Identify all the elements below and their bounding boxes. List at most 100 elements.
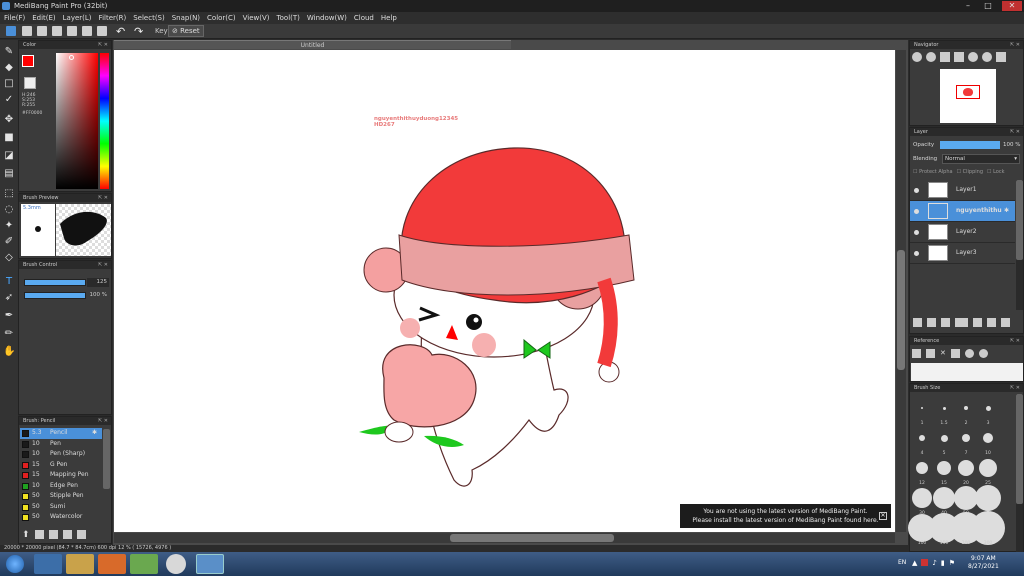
comment-icon[interactable]: [37, 26, 47, 36]
brush-size-dot[interactable]: [940, 434, 948, 442]
panel-float-icon[interactable]: ⇱ ✕: [1010, 41, 1020, 49]
panel-float-icon[interactable]: ⇱ ✕: [1010, 384, 1020, 392]
cloud-icon[interactable]: [6, 26, 16, 36]
eyedropper-tool-icon[interactable]: ✒: [3, 310, 15, 322]
rotate-right-icon[interactable]: [982, 52, 992, 62]
fill-rect-tool-icon[interactable]: ■: [3, 132, 15, 144]
menu-help[interactable]: Help: [381, 12, 397, 24]
new-halftone-layer-icon[interactable]: [927, 318, 936, 327]
panel-float-icon[interactable]: ⇱ ✕: [1010, 337, 1020, 345]
gradient-tool-icon[interactable]: ▤: [3, 168, 15, 180]
brush-size-dot[interactable]: [985, 405, 991, 411]
dot-tool-icon[interactable]: ✓: [3, 94, 15, 106]
protect-alpha-checkbox[interactable]: ☐ Protect Alpha: [913, 169, 953, 175]
brush-folder-icon[interactable]: [76, 530, 86, 539]
primary-color-swatch[interactable]: [22, 55, 34, 67]
select-pen-icon[interactable]: ✐: [3, 236, 15, 248]
flip-icon[interactable]: [996, 52, 1006, 62]
bucket-tool-icon[interactable]: ◪: [3, 150, 15, 162]
zoom-in-icon[interactable]: [912, 52, 922, 62]
add-brush-icon[interactable]: [48, 530, 58, 539]
gear-icon[interactable]: ✱: [1004, 207, 1009, 214]
menu-edit[interactable]: Edit(E): [32, 12, 55, 24]
brush-list-scrollbar[interactable]: [103, 429, 110, 489]
minimize-button[interactable]: –: [960, 1, 976, 11]
brush-item-pen[interactable]: 10 Pen: [20, 439, 102, 450]
clipping-checkbox[interactable]: ☐ Clipping: [957, 169, 983, 175]
panel-float-icon[interactable]: ⇱ ✕: [1010, 128, 1020, 136]
reference-fit-icon[interactable]: [950, 349, 960, 358]
layer-row-nguyenthithu[interactable]: nguyenthithu ✱: [910, 201, 1015, 222]
brush-tool-icon[interactable]: ✎: [3, 46, 15, 58]
reference-open-icon[interactable]: [926, 349, 935, 358]
hue-slider[interactable]: [100, 53, 109, 189]
update-notice[interactable]: You are not using the latest version of …: [680, 504, 891, 528]
menu-select[interactable]: Select(S): [133, 12, 165, 24]
eraser-tool-icon[interactable]: ◆: [3, 62, 15, 74]
maximize-button[interactable]: □: [980, 1, 996, 11]
clock[interactable]: 9:07 AM 8/27/2021: [968, 555, 999, 571]
blending-select[interactable]: Normal ▾: [942, 154, 1020, 164]
layer-folder-icon[interactable]: [987, 318, 996, 327]
rotate-left-icon[interactable]: [968, 52, 978, 62]
layer-row-layer3[interactable]: Layer3: [910, 243, 1015, 264]
tab-untitled[interactable]: Untitled: [114, 40, 511, 49]
reference-close-icon[interactable]: ✕: [940, 349, 946, 358]
flag-icon[interactable]: ⚑: [949, 559, 955, 567]
network-icon[interactable]: ▮: [941, 559, 945, 567]
select-eraser-icon[interactable]: ◇: [3, 252, 15, 264]
visibility-icon[interactable]: [914, 209, 919, 214]
menu-file[interactable]: File(F): [4, 12, 25, 24]
zoom-out-icon[interactable]: [926, 52, 936, 62]
actual-size-icon[interactable]: [954, 52, 964, 62]
menu-cloud[interactable]: Cloud: [354, 12, 374, 24]
menu-tool[interactable]: Tool(T): [277, 12, 300, 24]
select-tool-icon[interactable]: ⬚: [3, 188, 15, 200]
merge-down-icon[interactable]: [973, 318, 982, 327]
copy-layer-icon[interactable]: [941, 318, 950, 327]
canvas-vscrollbar[interactable]: [897, 250, 905, 370]
brush-item-mapping-pen[interactable]: 15 Mapping Pen: [20, 470, 102, 481]
reference-zoom-in-icon[interactable]: [964, 349, 974, 358]
layer-scrollbar[interactable]: [1016, 180, 1023, 260]
visibility-icon[interactable]: [914, 230, 919, 235]
brush-size-dot[interactable]: [979, 459, 997, 477]
magic-wand-icon[interactable]: ✦: [3, 220, 15, 232]
tray-arrow-icon[interactable]: ▲: [912, 559, 917, 567]
operation-tool-icon[interactable]: ➶: [3, 292, 15, 304]
panel-float-icon[interactable]: ⇱ ✕: [98, 261, 108, 269]
brush-size-dot[interactable]: [983, 433, 993, 443]
brush-size-dot[interactable]: [919, 435, 925, 441]
export-icon[interactable]: [97, 26, 107, 36]
layer-menu-icon[interactable]: [955, 318, 968, 327]
navigator-thumbnail[interactable]: [940, 69, 996, 123]
gear-icon[interactable]: ✱: [92, 428, 97, 438]
hand-tool-icon[interactable]: ✋: [3, 346, 15, 358]
color-picker-cursor[interactable]: [69, 55, 74, 60]
brush-item-stipple-pen[interactable]: 50 Stipple Pen: [20, 491, 102, 502]
layer-row-layer2[interactable]: Layer2: [910, 222, 1015, 243]
menu-layer[interactable]: Layer(L): [63, 12, 92, 24]
save-icon[interactable]: [82, 26, 92, 36]
brush-size-dot[interactable]: [962, 434, 970, 442]
rect-tool-icon[interactable]: □: [3, 78, 15, 90]
brush-size-scrollbar[interactable]: [1016, 394, 1023, 504]
copy-brush-icon[interactable]: [62, 530, 72, 539]
pen-tool-icon[interactable]: ✏: [3, 328, 15, 340]
visibility-icon[interactable]: [914, 188, 919, 193]
menu-color[interactable]: Color(C): [207, 12, 236, 24]
reference-home-icon[interactable]: [912, 349, 921, 358]
app-taskbar-icon[interactable]: [130, 554, 158, 574]
new-brush-icon[interactable]: [34, 530, 44, 539]
saturation-value-picker[interactable]: [56, 53, 98, 189]
brush-opacity-slider[interactable]: [24, 292, 86, 299]
chrome-taskbar-icon[interactable]: [166, 554, 186, 574]
panel-float-icon[interactable]: ⇱ ✕: [98, 41, 108, 49]
brush-item-sumi[interactable]: 50 Sumi: [20, 502, 102, 513]
move-tool-icon[interactable]: ✥: [3, 114, 15, 126]
delete-layer-icon[interactable]: [1001, 318, 1010, 327]
fit-icon[interactable]: [940, 52, 950, 62]
brush-item-watercolor[interactable]: 50 Watercolor: [20, 512, 102, 523]
language-indicator[interactable]: EN: [898, 559, 906, 566]
tray-app-icon[interactable]: [921, 559, 929, 566]
